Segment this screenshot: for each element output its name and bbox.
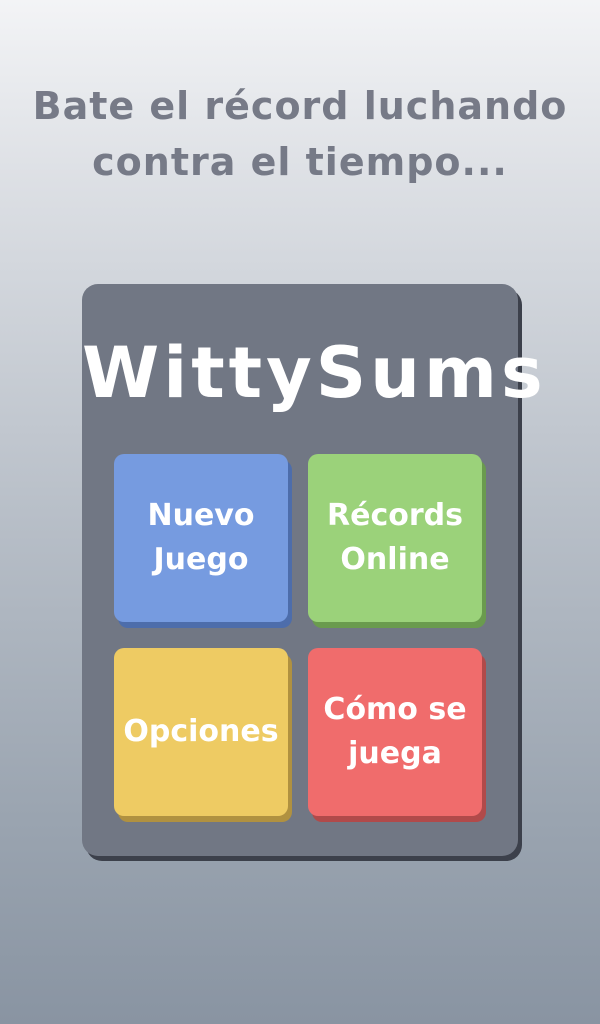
options-label-line-1: Opciones	[123, 714, 279, 749]
tagline-line-1: Bate el récord luchando	[32, 84, 568, 128]
how-to-play-label-line-2: juega	[348, 736, 442, 771]
new-game-label-line-1: Nuevo	[147, 498, 255, 533]
online-records-label-line-2: Online	[340, 542, 450, 577]
new-game-button[interactable]: Nuevo Juego	[114, 454, 288, 622]
online-records-button[interactable]: Récords Online	[308, 454, 482, 622]
options-button[interactable]: Opciones	[114, 648, 288, 816]
tagline: Bate el récord luchando contra el tiempo…	[0, 78, 600, 190]
how-to-play-label: Cómo se juega	[323, 688, 466, 776]
online-records-label: Récords Online	[327, 494, 463, 582]
how-to-play-button[interactable]: Cómo se juega	[308, 648, 482, 816]
app-logo: WittySums	[82, 332, 547, 414]
new-game-label-line-2: Juego	[153, 542, 249, 577]
tagline-line-2: contra el tiempo...	[92, 140, 508, 184]
new-game-label: Nuevo Juego	[148, 494, 255, 582]
options-label: Opciones	[123, 710, 278, 754]
online-records-label-line-1: Récords	[327, 498, 463, 533]
how-to-play-label-line-1: Cómo se	[323, 692, 467, 727]
